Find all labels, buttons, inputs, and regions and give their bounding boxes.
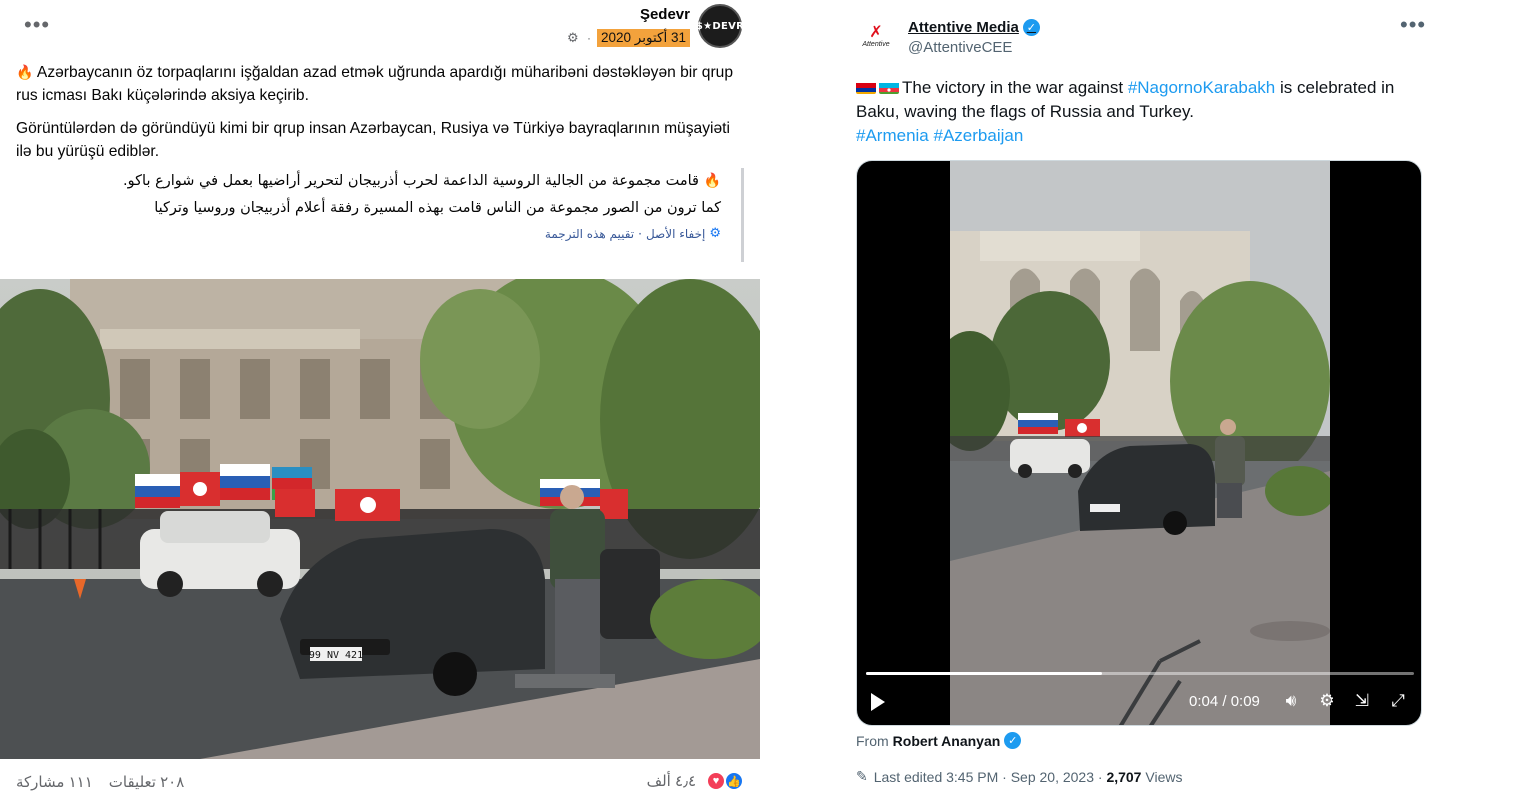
armenia-flag-icon: [856, 80, 876, 94]
fullscreen-icon[interactable]: ⤢: [1387, 691, 1409, 711]
paragraph-2-text: Görüntülərdən də göründüyü kimi bir qrup…: [16, 120, 730, 160]
privacy-gear-icon[interactable]: ⚙: [567, 31, 581, 45]
post-date[interactable]: 31 أكتوبر 2020: [596, 29, 690, 47]
verified-badge-icon: ✓: [1022, 19, 1040, 36]
license-plate-text: 99 NV 421: [309, 650, 363, 661]
paragraph-1-text: Azərbaycanın öz torpaqlarını işğaldan az…: [16, 64, 734, 104]
avatar-logo-text: Attentive: [862, 40, 890, 48]
meta-separator: ·: [586, 31, 591, 45]
tweet: ✗ Attentive Attentive Media ✓ @Attentive…: [840, 0, 1440, 804]
comments-count[interactable]: ٢٠٨ تعليقات: [109, 773, 185, 791]
fire-emoji-icon: 🔥: [703, 173, 721, 189]
reactions-count: ٤٫٤ ألف: [646, 773, 696, 790]
translation-links: ⚙ إخفاء الأصل · تقييم هذه الترجمة: [40, 226, 721, 241]
reactions-summary[interactable]: 👍 ♥ ٤٫٤ ألف: [647, 771, 744, 791]
love-reaction-icon: ♥: [706, 771, 726, 791]
pop-out-icon[interactable]: ⇲: [1351, 691, 1373, 711]
shares-count[interactable]: ١١١ مشاركة: [16, 773, 93, 791]
post-paragraph-1: 🔥 Azərbaycanın öz torpaqlarını işğaldan …: [16, 61, 736, 107]
rate-translation-link[interactable]: تقييم هذه الترجمة: [545, 227, 634, 241]
hide-original-link[interactable]: إخفاء الأصل: [646, 227, 705, 241]
post-text: 🔥 Azərbaycanın öz torpaqlarını işğaldan …: [16, 61, 736, 173]
video-time: 0:04 / 0:09: [1189, 693, 1260, 710]
tweet-text-main: The victory in the war against: [902, 78, 1128, 97]
translation-line-1: 🔥 قامت مجموعة من الجالية الروسية الداعمة…: [40, 168, 721, 195]
video-controls: 0:04 / 0:09 🔊︎ ⚙ ⇲ ⤢: [857, 687, 1421, 719]
video-progress-fill: [866, 672, 1102, 675]
street-scene-image: 99 NV 421: [0, 279, 760, 759]
avatar-logo-text: $★DEVR: [695, 20, 745, 32]
facebook-post: ••• $★DEVR Şedevr ⚙ · 31 أكتوبر 2020 🔥 A…: [0, 0, 760, 804]
translation-line-1-text: قامت مجموعة من الجالية الروسية الداعمة ل…: [123, 173, 699, 189]
display-name-text: Attentive Media: [908, 19, 1019, 36]
verified-badge-icon: ✓: [1004, 732, 1022, 749]
volume-icon[interactable]: 🔊︎: [1280, 691, 1302, 711]
account-handle[interactable]: @AttentiveCEE: [908, 39, 1012, 56]
video-street-image: [950, 161, 1330, 725]
views-count: 2,707: [1106, 768, 1142, 785]
edit-pencil-icon: ✎: [856, 768, 868, 784]
hashtag-armenia[interactable]: #Armenia: [856, 126, 929, 145]
attentive-logo-icon: ✗: [869, 23, 883, 41]
page-name[interactable]: Şedevr: [640, 6, 690, 23]
translation-block: 🔥 قامت مجموعة من الجالية الروسية الداعمة…: [40, 168, 744, 262]
translation-gear-icon[interactable]: ⚙: [709, 226, 721, 241]
play-icon[interactable]: [871, 693, 885, 711]
fire-emoji-icon: 🔥: [16, 64, 34, 80]
display-name[interactable]: Attentive Media ✓: [908, 19, 1040, 36]
translation-line-2: كما ترون من الصور مجموعة من الناس قامت ب…: [154, 200, 721, 216]
hashtag-nagornokarabakh[interactable]: #NagornoKarabakh: [1128, 78, 1275, 97]
settings-gear-icon[interactable]: ⚙: [1316, 691, 1338, 711]
link-separator: ·: [638, 226, 642, 241]
screenshot-root: ••• $★DEVR Şedevr ⚙ · 31 أكتوبر 2020 🔥 A…: [0, 0, 1520, 804]
post-photo[interactable]: 99 NV 421: [0, 279, 760, 759]
from-label: From: [856, 732, 889, 749]
last-edited-text: Last edited 3:45 PM · Sep 20, 2023 ·: [873, 768, 1107, 785]
last-edited-link[interactable]: Last edited 3:45 PM · Sep 20, 2023 · 2,7…: [874, 769, 1183, 785]
more-options-icon[interactable]: •••: [24, 14, 50, 36]
post-meta: ⚙ · 31 أكتوبر 2020: [567, 29, 690, 47]
more-options-icon[interactable]: •••: [1400, 14, 1426, 36]
account-avatar[interactable]: ✗ Attentive: [856, 16, 896, 56]
tweet-text: The victory in the war against #NagornoK…: [856, 76, 1426, 148]
video-frame: [950, 161, 1330, 725]
video-progress-bar[interactable]: [866, 672, 1414, 675]
like-reaction-icon: 👍: [724, 771, 744, 791]
video-source: From Robert Ananyan ✓: [856, 732, 1022, 749]
source-author[interactable]: Robert Ananyan: [893, 733, 1001, 749]
video-player[interactable]: 0:04 / 0:09 🔊︎ ⚙ ⇲ ⤢: [856, 160, 1422, 726]
engagement-counts: ٢٠٨ تعليقات ١١١ مشاركة: [16, 773, 184, 791]
views-label: Views: [1141, 768, 1183, 785]
page-avatar[interactable]: $★DEVR: [695, 4, 745, 48]
post-footer: ٢٠٨ تعليقات ١١١ مشاركة 👍 ♥ ٤٫٤ ألف: [0, 760, 760, 804]
hashtag-azerbaijan[interactable]: #Azerbaijan: [934, 126, 1024, 145]
azerbaijan-flag-icon: [879, 80, 899, 94]
tweet-meta: ✎ Last edited 3:45 PM · Sep 20, 2023 · 2…: [856, 768, 1182, 785]
